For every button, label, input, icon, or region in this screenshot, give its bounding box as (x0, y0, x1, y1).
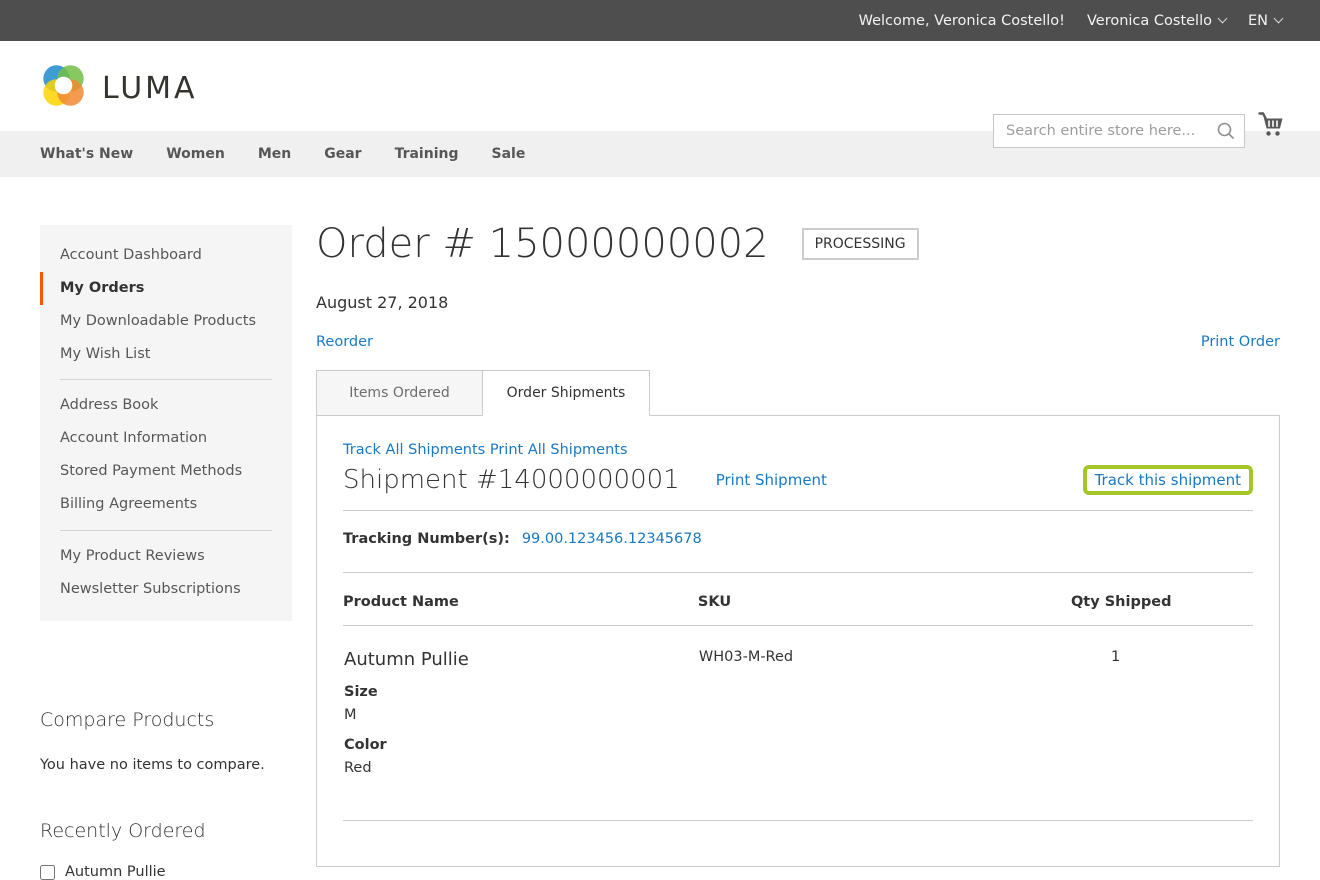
search-box (993, 114, 1245, 148)
nav-item-whats-new[interactable]: What's New (40, 146, 133, 162)
print-shipment-link[interactable]: Print Shipment (716, 471, 827, 489)
sku-cell: WH03-M-Red (698, 649, 794, 665)
language-label: EN (1247, 12, 1268, 29)
order-status-badge: PROCESSING (801, 228, 919, 260)
account-menu-label: Veronica Costello (1086, 12, 1212, 29)
nav-item-women[interactable]: Women (166, 146, 225, 162)
option-value-color: Red (344, 760, 372, 776)
sidebar-divider (60, 379, 272, 381)
recently-ordered-title: Recently Ordered (40, 820, 206, 843)
tracking-row: Tracking Number(s): 99.00.123456.1234567… (343, 531, 1253, 547)
shipment-title: Shipment #14000000001 (343, 465, 680, 495)
compare-products-section: Compare Products You have no items to co… (40, 709, 292, 773)
divider (343, 510, 1253, 511)
order-shipments-panel: Track All Shipments Print All Shipments … (316, 415, 1280, 867)
sidebar: Account Dashboard My Orders My Downloada… (40, 225, 292, 880)
sidebar-item-my-wish-list[interactable]: My Wish List (40, 338, 292, 371)
tab-items-ordered[interactable]: Items Ordered (316, 370, 483, 416)
sidebar-item-newsletter-subscriptions[interactable]: Newsletter Subscriptions (40, 573, 292, 606)
table-header-row: Product Name SKU Qty Shipped (343, 573, 1253, 626)
main-content: Order # 15000000002 PROCESSING August 27… (316, 222, 1280, 867)
order-title-row: Order # 15000000002 PROCESSING (316, 222, 1280, 266)
recently-ordered-section: Recently Ordered Autumn Pullie (40, 820, 292, 880)
track-this-shipment-highlight: Track this shipment (1082, 465, 1253, 495)
tracking-number-link[interactable]: 99.00.123456.12345678 (522, 531, 702, 547)
option-value-size: M (344, 707, 357, 723)
account-menu[interactable]: Veronica Costello (1086, 12, 1228, 29)
compare-empty-text: You have no items to compare. (40, 757, 265, 774)
option-label-size: Size (344, 684, 378, 700)
sidebar-divider (60, 529, 272, 531)
column-header-sku: SKU (697, 573, 1071, 626)
product-name: Autumn Pullie (344, 649, 469, 670)
shipment-global-links: Track All Shipments Print All Shipments (343, 442, 1253, 458)
product-cell: Autumn Pullie Size M Color Red (343, 626, 698, 778)
order-date: August 27, 2018 (316, 293, 449, 312)
account-nav: Account Dashboard My Orders My Downloada… (40, 225, 292, 622)
luma-logo[interactable]: LUMA (40, 63, 198, 114)
nav-item-training[interactable]: Training (395, 146, 459, 162)
order-actions: Reorder Print Order (316, 334, 1280, 350)
print-order-link[interactable]: Print Order (1201, 334, 1280, 350)
order-tabs: Items Ordered Order Shipments (316, 370, 1280, 416)
welcome-message: Welcome, Veronica Costello! (858, 12, 1065, 29)
search-icon[interactable] (1216, 121, 1236, 141)
track-this-shipment-link[interactable]: Track this shipment (1095, 471, 1241, 489)
print-all-shipments-link[interactable]: Print All Shipments (490, 442, 628, 458)
luma-logo-icon (40, 63, 87, 114)
column-header-product-name: Product Name (343, 573, 698, 626)
sidebar-item-billing-agreements[interactable]: Billing Agreements (40, 488, 292, 521)
qty-shipped-cell: 1 (1110, 649, 1121, 665)
chevron-down-icon (1217, 13, 1228, 24)
shipment-items-table: Product Name SKU Qty Shipped Autumn Pull… (343, 573, 1253, 777)
column-header-qty-shipped: Qty Shipped (1070, 573, 1253, 626)
sidebar-item-stored-payment-methods[interactable]: Stored Payment Methods (40, 455, 292, 488)
cart-icon[interactable] (1258, 112, 1284, 141)
compare-products-title: Compare Products (40, 709, 215, 732)
nav-item-gear[interactable]: Gear (324, 146, 361, 162)
shipment-header-row: Shipment #14000000001 Print Shipment Tra… (343, 465, 1253, 495)
sidebar-item-my-orders[interactable]: My Orders (40, 271, 292, 305)
option-label-color: Color (344, 737, 387, 753)
reorder-link[interactable]: Reorder (316, 334, 373, 350)
divider (343, 820, 1253, 821)
page-title: Order # 15000000002 (316, 221, 769, 267)
language-switcher[interactable]: EN (1247, 12, 1284, 29)
track-all-shipments-link[interactable]: Track All Shipments (343, 442, 485, 458)
sidebar-item-my-downloadable-products[interactable]: My Downloadable Products (40, 305, 292, 338)
nav-item-men[interactable]: Men (258, 146, 291, 162)
tab-order-shipments[interactable]: Order Shipments (483, 370, 650, 416)
topbar: Welcome, Veronica Costello! Veronica Cos… (0, 0, 1320, 41)
page-header: LUMA (0, 41, 1320, 148)
chevron-down-icon (1273, 13, 1284, 24)
tracking-label: Tracking Number(s): (343, 531, 510, 547)
table-row: Autumn Pullie Size M Color Red WH03-M-Re… (343, 626, 1253, 778)
sidebar-item-account-information[interactable]: Account Information (40, 422, 292, 455)
sidebar-item-my-product-reviews[interactable]: My Product Reviews (40, 540, 292, 573)
sidebar-item-account-dashboard[interactable]: Account Dashboard (40, 239, 292, 272)
logo-text: LUMA (102, 71, 198, 106)
sidebar-item-address-book[interactable]: Address Book (40, 389, 292, 422)
nav-item-sale[interactable]: Sale (491, 146, 525, 162)
search-input[interactable] (994, 123, 1216, 139)
